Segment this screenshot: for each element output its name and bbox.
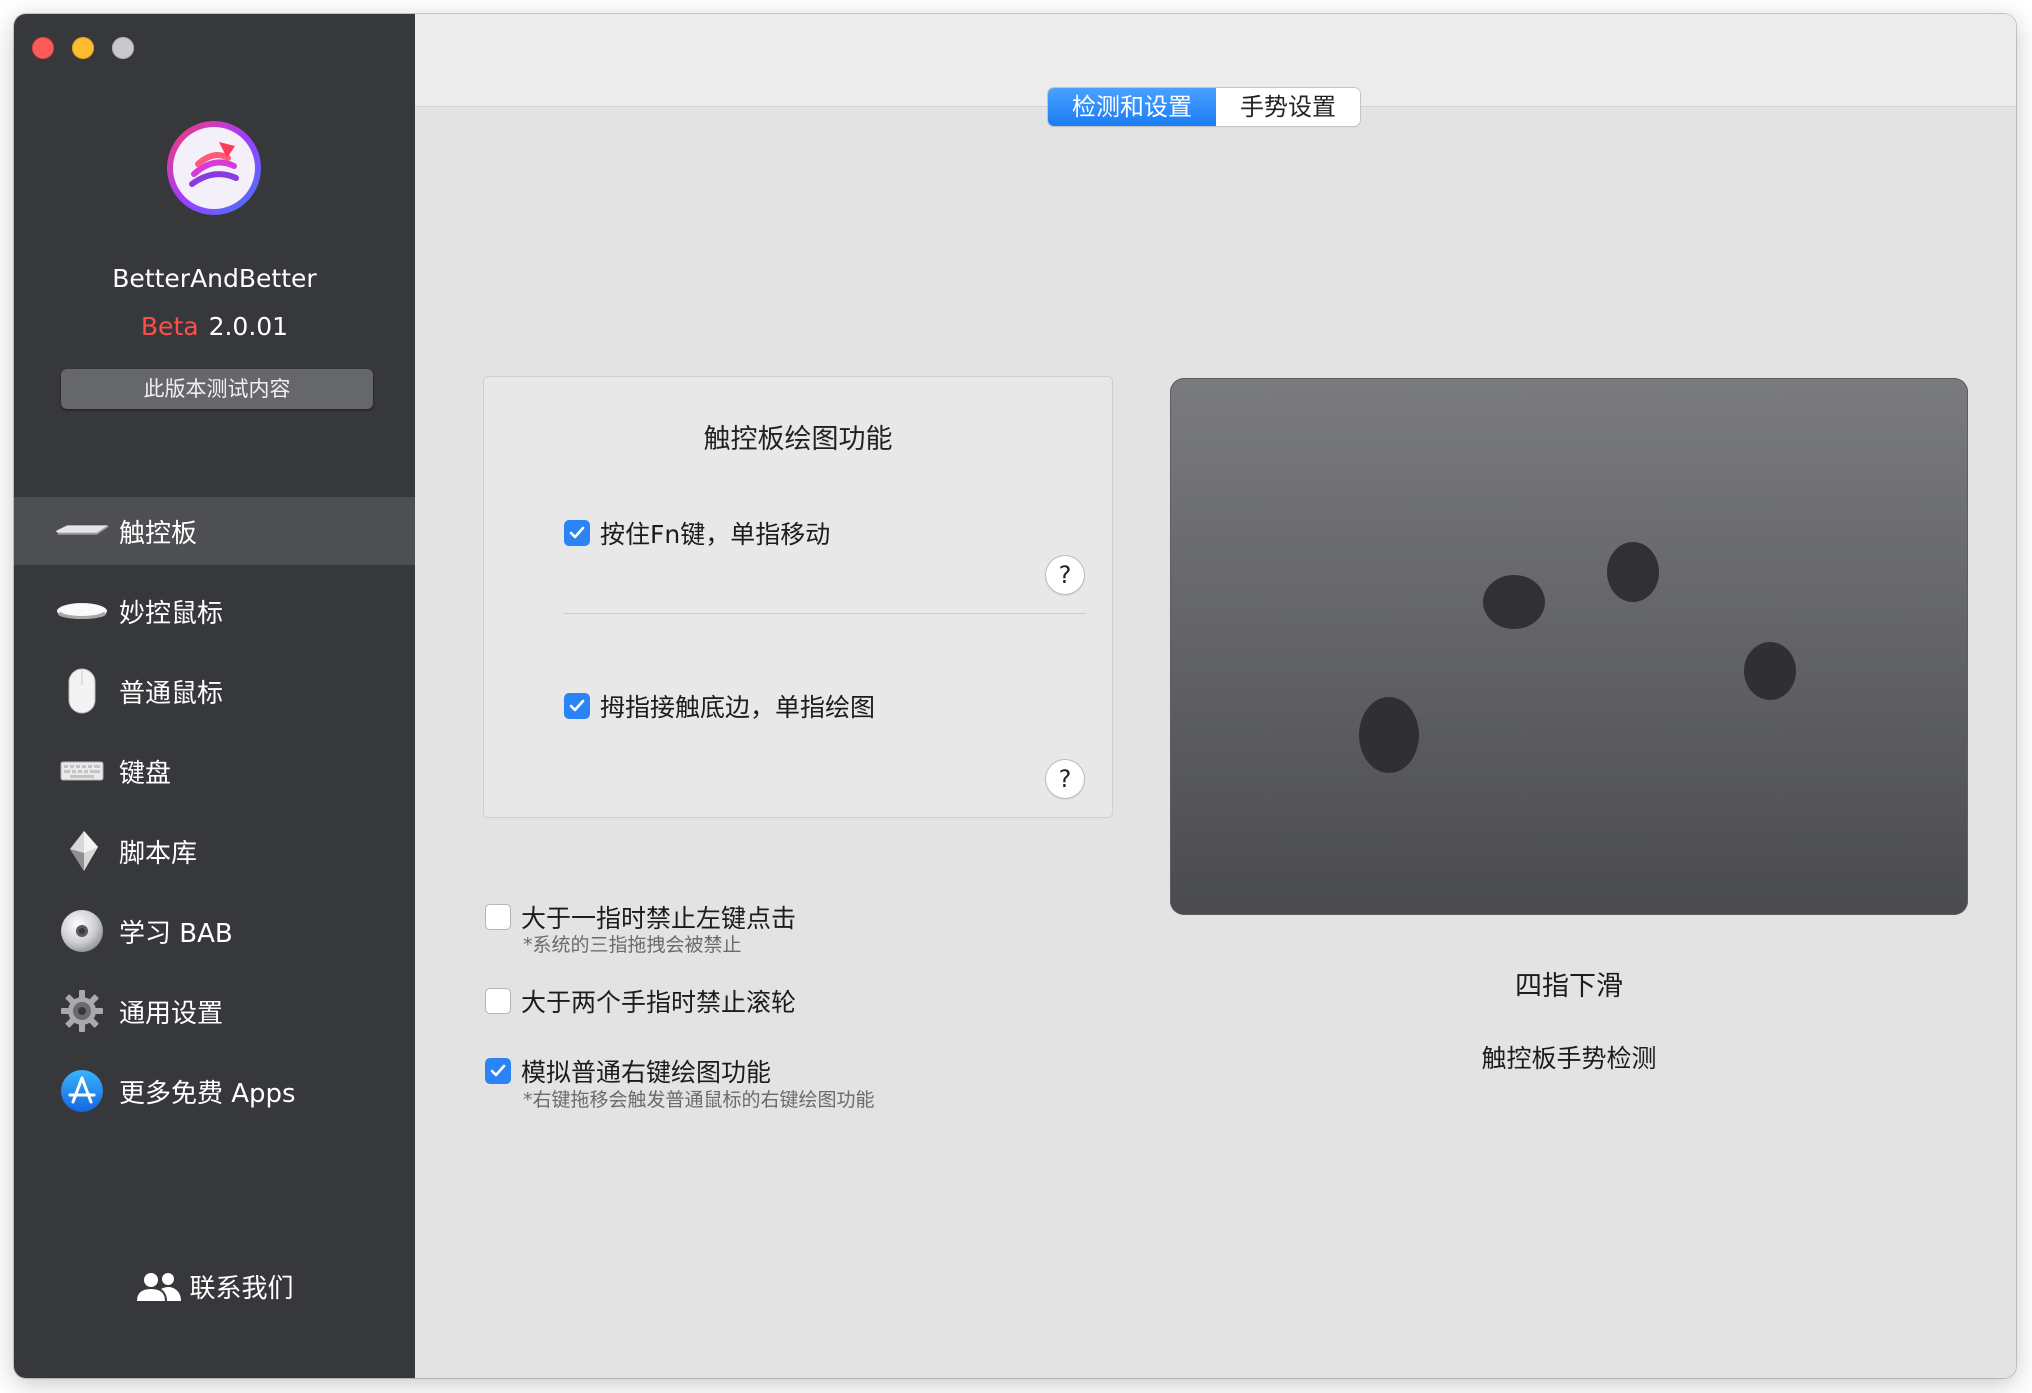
finger-touch-points — [1359, 542, 1796, 773]
right-click-drawing-note: *右键拖移会触发普通鼠标的右键绘图功能 — [523, 1089, 875, 1111]
app-store-icon — [54, 1063, 110, 1119]
contact-us-button[interactable]: 联系我们 — [14, 1268, 415, 1305]
trackpad-detection-area[interactable] — [1170, 378, 1968, 915]
tab-bar: 检测和设置 手势设置 — [1048, 88, 1360, 126]
checkmark-icon — [490, 1064, 506, 1077]
checkmark-icon — [569, 699, 585, 712]
panel-divider — [564, 613, 1086, 614]
thumb-drawing-option: 拇指接触底边，单指绘图 — [564, 688, 875, 724]
disable-scroll-checkbox[interactable] — [485, 988, 511, 1014]
finger-touch — [1483, 575, 1545, 629]
gesture-detection-label: 触控板手势检测 — [1481, 1044, 1657, 1073]
people-icon — [137, 1272, 182, 1301]
version-number: 2.0.01 — [208, 312, 289, 341]
panel-title: 触控板绘图功能 — [703, 424, 893, 455]
tab-gesture-settings[interactable]: 手势设置 — [1216, 88, 1360, 126]
finger-touch — [1359, 697, 1419, 773]
sidebar-item-keyboard[interactable]: 键盘 — [14, 737, 415, 805]
disable-left-click-note: *系统的三指拖拽会被禁止 — [523, 934, 742, 956]
disable-scroll-option: 大于两个手指时禁止滚轮 — [485, 983, 796, 1019]
close-window-button[interactable] — [32, 37, 54, 59]
checkmark-icon — [569, 526, 585, 539]
app-window: BetterAndBetter Beta 2.0.01 此版本测试内容 触控板 妙… — [14, 14, 2016, 1378]
magic-mouse-icon — [54, 583, 110, 639]
fn-single-finger-label: 按住Fn键，单指移动 — [600, 520, 831, 549]
finger-touch — [1744, 642, 1796, 700]
help-button-thumb[interactable]: ? — [1046, 760, 1084, 798]
fn-single-finger-checkbox[interactable] — [564, 520, 590, 546]
sidebar-item-mouse[interactable]: 普通鼠标 — [14, 657, 415, 725]
disable-scroll-label: 大于两个手指时禁止滚轮 — [521, 988, 797, 1017]
fn-single-finger-option: 按住Fn键，单指移动 — [564, 515, 830, 551]
help-button-fn[interactable]: ? — [1046, 556, 1084, 594]
app-version: Beta 2.0.01 — [14, 312, 415, 341]
contact-us-label: 联系我们 — [189, 1274, 294, 1304]
trackpad-icon — [54, 503, 110, 559]
right-click-drawing-checkbox[interactable] — [485, 1058, 511, 1084]
sidebar-item-label: 学习 BAB — [119, 918, 233, 949]
tab-detect-settings[interactable]: 检测和设置 — [1048, 88, 1216, 126]
sidebar-item-label: 通用设置 — [119, 998, 224, 1029]
main-content: 检测和设置 手势设置 触控板绘图功能 按住Fn键，单指移动 ? 拇指接触底边，单… — [415, 14, 2016, 1378]
mouse-icon — [54, 663, 110, 719]
sidebar-item-label: 普通鼠标 — [119, 678, 224, 709]
sidebar-nav: 触控板 妙控鼠标 普通鼠标 键盘 脚本库 学习 BAB 通用设置 更多免费 Ap… — [14, 497, 415, 1137]
sidebar-item-magic-mouse[interactable]: 妙控鼠标 — [14, 577, 415, 645]
thumb-drawing-label: 拇指接触底边，单指绘图 — [600, 693, 876, 722]
sidebar-item-label: 更多免费 Apps — [119, 1078, 296, 1109]
sidebar-item-label: 脚本库 — [119, 838, 198, 869]
gesture-name: 四指下滑 — [1515, 971, 1623, 1002]
sidebar-item-trackpad[interactable]: 触控板 — [14, 497, 415, 565]
app-name: BetterAndBetter — [112, 264, 317, 293]
thumb-drawing-checkbox[interactable] — [564, 693, 590, 719]
keyboard-icon — [54, 743, 110, 799]
minimize-window-button[interactable] — [72, 37, 94, 59]
sidebar-item-label: 键盘 — [119, 758, 172, 789]
app-logo-icon — [167, 121, 261, 215]
trackpad-drawing-panel: 触控板绘图功能 按住Fn键，单指移动 ? 拇指接触底边，单指绘图 ? — [483, 376, 1113, 818]
gear-icon — [54, 983, 110, 1039]
sidebar: BetterAndBetter Beta 2.0.01 此版本测试内容 触控板 妙… — [14, 14, 415, 1378]
sidebar-item-general-settings[interactable]: 通用设置 — [14, 977, 415, 1045]
script-icon — [54, 823, 110, 879]
beta-label: Beta — [140, 312, 199, 341]
disc-icon — [54, 903, 110, 959]
disable-left-click-checkbox[interactable] — [485, 904, 511, 930]
sidebar-item-learn-bab[interactable]: 学习 BAB — [14, 897, 415, 965]
right-click-drawing-label: 模拟普通右键绘图功能 — [521, 1058, 772, 1087]
sidebar-item-more-apps[interactable]: 更多免费 Apps — [14, 1057, 415, 1125]
sidebar-item-label: 触控板 — [119, 518, 198, 549]
test-content-button[interactable]: 此版本测试内容 — [61, 369, 373, 409]
zoom-window-button[interactable] — [112, 37, 134, 59]
right-click-drawing-option: 模拟普通右键绘图功能 — [485, 1053, 771, 1089]
sidebar-item-scripts[interactable]: 脚本库 — [14, 817, 415, 885]
finger-touch — [1607, 542, 1659, 602]
sidebar-item-label: 妙控鼠标 — [119, 598, 224, 629]
